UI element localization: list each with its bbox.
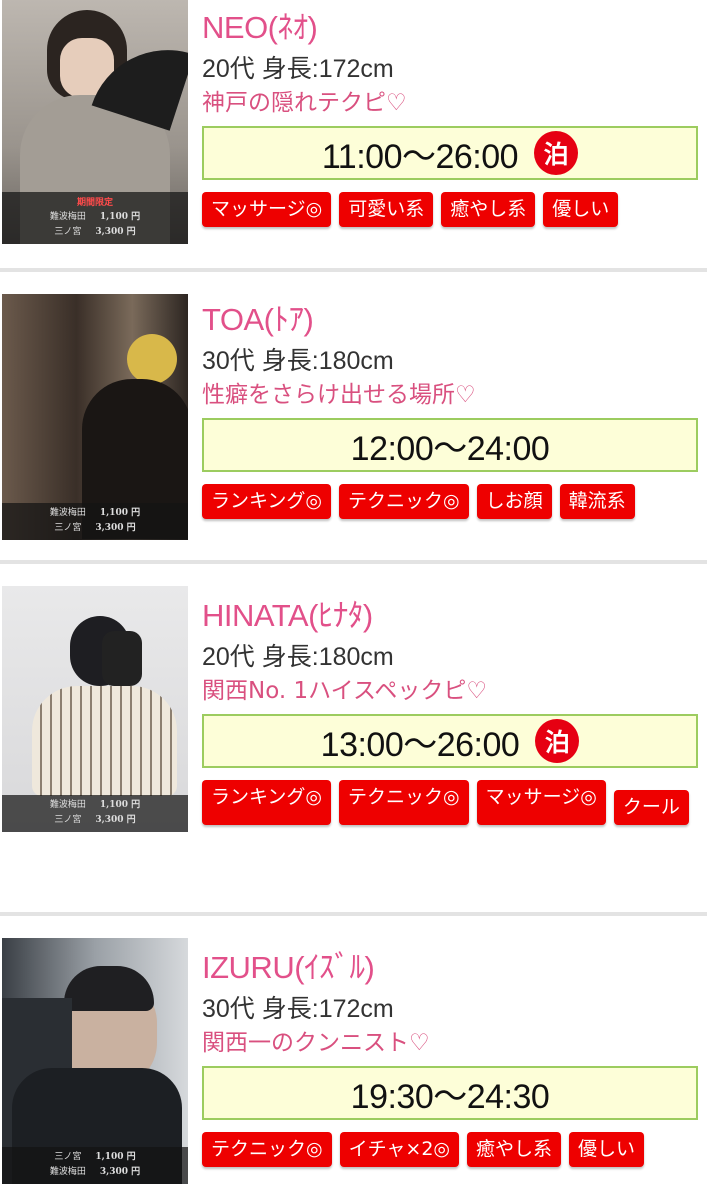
cast-photo[interactable]: 期間限定 難波梅田 1,100 円 三ノ宮 3,300 円 [2, 0, 188, 244]
tag: 優しい [543, 192, 619, 227]
price-value: 1,100 円 [99, 800, 141, 810]
cast-spec: 20代 身長:180cm [202, 643, 394, 671]
price-value: 1,100 円 [99, 508, 141, 518]
price-band: 難波梅田 1,100 円 三ノ宮 3,300 円 [2, 795, 188, 832]
cast-photo[interactable]: 難波梅田 1,100 円 三ノ宮 3,300 円 [2, 294, 188, 540]
tag: マッサージ◎ [202, 192, 332, 227]
cast-card[interactable]: 三ノ宮 1,100 円 難波梅田 3,300 円 IZURU(ｲｽﾞﾙ) 30代 身… [0, 936, 707, 1200]
tag: テクニック◎ [339, 484, 469, 519]
cast-catchphrase: 関西No. 1ハイスペックピ♡ [202, 678, 487, 704]
price-area: 三ノ宮 [54, 1152, 82, 1162]
tag: 韓流系 [559, 484, 635, 519]
schedule-box: 19:30〜24:30 [202, 1066, 698, 1120]
schedule-time: 13:00〜26:00 [320, 725, 520, 764]
cast-catchphrase: 性癖をさらけ出せる場所♡ [202, 382, 476, 408]
schedule-box: 13:00〜26:00 泊 [202, 714, 698, 768]
tag: ランキング◎ [202, 780, 332, 825]
tag: テクニック◎ [202, 1132, 332, 1167]
price-area: 難波梅田 [49, 1167, 86, 1177]
tag: 癒やし系 [467, 1132, 562, 1167]
tag: 優しい [569, 1132, 645, 1167]
price-value: 1,100 円 [99, 212, 141, 222]
price-area: 難波梅田 [49, 508, 86, 518]
tag-list: テクニック◎ イチャ×2◎ 癒やし系 優しい [202, 1132, 702, 1167]
tag: ランキング◎ [202, 484, 332, 519]
price-area: 三ノ宮 [54, 227, 82, 237]
tag: マッサージ◎ [476, 780, 606, 825]
price-area: 三ノ宮 [54, 815, 82, 825]
schedule-time: 19:30〜24:30 [350, 1077, 550, 1116]
price-value: 3,300 円 [99, 1167, 141, 1177]
overnight-badge: 泊 [535, 719, 580, 763]
schedule-box: 11:00〜26:00 泊 [202, 126, 698, 180]
tag-list: ランキング◎ テクニック◎ しお顔 韓流系 [202, 484, 702, 519]
schedule-time: 11:00〜26:00 [321, 137, 519, 176]
cast-name[interactable]: NEO(ﾈｵ) [202, 10, 702, 46]
cast-name[interactable]: HINATA(ﾋﾅﾀ) [202, 598, 702, 634]
tag: クール [613, 790, 689, 825]
price-band: 期間限定 難波梅田 1,100 円 三ノ宮 3,300 円 [2, 192, 188, 244]
price-band: 三ノ宮 1,100 円 難波梅田 3,300 円 [2, 1147, 188, 1184]
tag: イチャ×2◎ [339, 1132, 459, 1167]
cast-card[interactable]: 難波梅田 1,100 円 三ノ宮 3,300 円 HINATA(ﾋﾅﾀ) 20代 身… [0, 584, 707, 916]
price-value: 3,300 円 [95, 815, 136, 825]
price-value: 3,300 円 [95, 227, 136, 237]
limited-label: 期間限定 [76, 198, 113, 208]
price-band: 難波梅田 1,100 円 三ノ宮 3,300 円 [2, 503, 188, 540]
tag: 可愛い系 [339, 192, 434, 227]
tag-list: ランキング◎ テクニック◎ マッサージ◎ クール [202, 780, 702, 825]
price-value: 3,300 円 [95, 523, 136, 533]
cast-spec: 30代 身長:180cm [202, 347, 394, 375]
price-value: 1,100 円 [95, 1152, 136, 1162]
cast-catchphrase: 神戸の隠れテクピ♡ [202, 90, 407, 116]
cast-spec: 20代 身長:172cm [202, 55, 394, 83]
tag-list: マッサージ◎ 可愛い系 癒やし系 優しい [202, 192, 702, 227]
cast-name[interactable]: TOA(ﾄｱ) [202, 302, 702, 338]
cast-photo[interactable]: 三ノ宮 1,100 円 難波梅田 3,300 円 [2, 938, 188, 1184]
price-area: 三ノ宮 [54, 523, 82, 533]
cast-name[interactable]: IZURU(ｲｽﾞﾙ) [202, 950, 702, 986]
tag: テクニック◎ [339, 780, 469, 825]
cast-card[interactable]: 期間限定 難波梅田 1,100 円 三ノ宮 3,300 円 NEO(ﾈｵ) 20代 … [0, 0, 707, 272]
schedule-time: 12:00〜24:00 [350, 429, 550, 468]
cast-photo[interactable]: 難波梅田 1,100 円 三ノ宮 3,300 円 [2, 586, 188, 832]
price-area: 難波梅田 [49, 212, 86, 222]
overnight-badge: 泊 [534, 131, 579, 175]
cast-card[interactable]: 難波梅田 1,100 円 三ノ宮 3,300 円 TOA(ﾄｱ) 30代 身長:18… [0, 290, 707, 564]
price-area: 難波梅田 [49, 800, 86, 810]
schedule-box: 12:00〜24:00 [202, 418, 698, 472]
tag: 癒やし系 [441, 192, 536, 227]
tag: しお顔 [476, 484, 552, 519]
cast-catchphrase: 関西一のクンニスト♡ [202, 1030, 430, 1056]
cast-spec: 30代 身長:172cm [202, 995, 394, 1023]
